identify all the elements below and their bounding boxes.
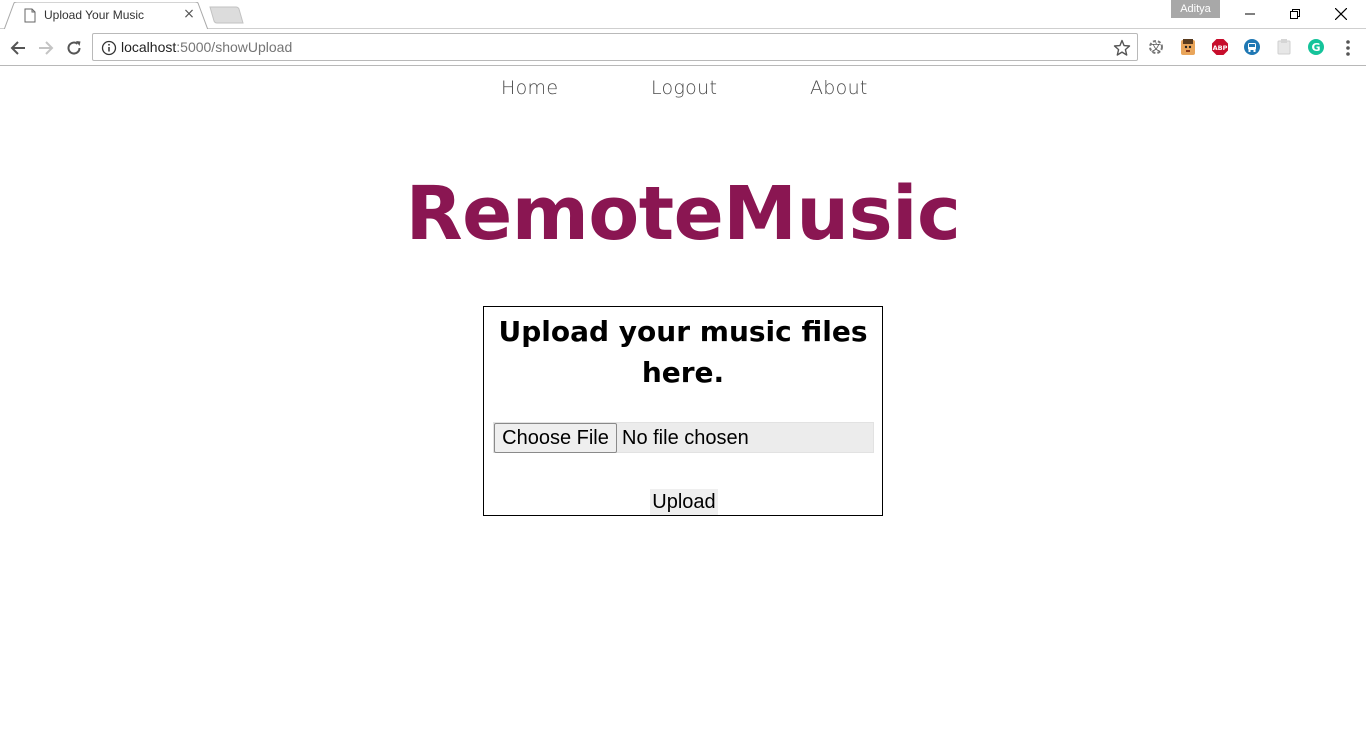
upload-heading: Upload your music files here. [484, 311, 882, 393]
face-extension-icon[interactable] [1179, 38, 1197, 56]
tab-close-icon[interactable]: × [181, 6, 197, 22]
browser-menu-icon[interactable] [1340, 38, 1356, 58]
url-path: :5000/showUpload [176, 39, 293, 55]
file-input[interactable]: Choose File No file chosen [493, 422, 874, 453]
active-tab[interactable]: Upload Your Music [24, 6, 144, 24]
grammarly-label: G [1311, 41, 1320, 54]
grammarly-icon[interactable]: G [1307, 38, 1325, 56]
url-host: localhost [121, 39, 177, 55]
blank-extension-icon[interactable] [1275, 38, 1293, 56]
close-window-button[interactable] [1318, 0, 1364, 28]
nav-link-home[interactable]: Home [501, 77, 558, 99]
nav-link-about[interactable]: About [810, 77, 868, 99]
browser-titlebar: Upload Your Music × Aditya [0, 0, 1366, 30]
page-content: Home Logout About RemoteMusic Upload you… [0, 67, 1366, 738]
upload-form: Upload your music files here. Choose Fil… [483, 306, 883, 516]
file-status-text: No file chosen [622, 427, 749, 449]
forward-arrow-icon [39, 41, 54, 55]
bookmark-star-icon[interactable] [1113, 39, 1131, 57]
nav-link-logout[interactable]: Logout [651, 77, 717, 99]
url-text[interactable]: localhost:5000/showUpload [121, 39, 292, 56]
reload-button[interactable] [62, 36, 86, 60]
minimize-icon [1245, 13, 1255, 15]
close-icon [1335, 8, 1347, 20]
reload-icon [67, 41, 81, 55]
info-icon[interactable] [101, 40, 117, 56]
adblock-plus-icon[interactable]: ABP [1211, 38, 1229, 56]
back-button[interactable] [6, 36, 30, 60]
browser-toolbar: localhost:5000/showUpload 文 ABP G [0, 29, 1366, 66]
site-title: RemoteMusic [405, 171, 961, 257]
minimize-button[interactable] [1227, 0, 1273, 28]
upload-heading-line2: here. [641, 356, 725, 389]
address-bar[interactable]: localhost:5000/showUpload [92, 33, 1138, 61]
svg-text:文: 文 [1151, 41, 1161, 54]
upload-heading-line1: Upload your music files [498, 315, 868, 348]
translate-icon[interactable]: 文 [1147, 38, 1165, 56]
choose-file-button[interactable]: Choose File [494, 423, 617, 453]
restore-button[interactable] [1272, 0, 1318, 28]
bus-extension-icon[interactable] [1243, 38, 1261, 56]
page-icon [24, 8, 36, 22]
adblock-label: ABP [1213, 44, 1228, 52]
back-arrow-icon [10, 41, 25, 55]
new-tab-button[interactable] [208, 6, 244, 24]
tab-title: Upload Your Music [44, 8, 145, 22]
profile-button[interactable]: Aditya [1171, 0, 1220, 18]
upload-button[interactable]: Upload [650, 489, 718, 515]
forward-button[interactable] [34, 36, 58, 60]
restore-icon [1290, 9, 1300, 19]
